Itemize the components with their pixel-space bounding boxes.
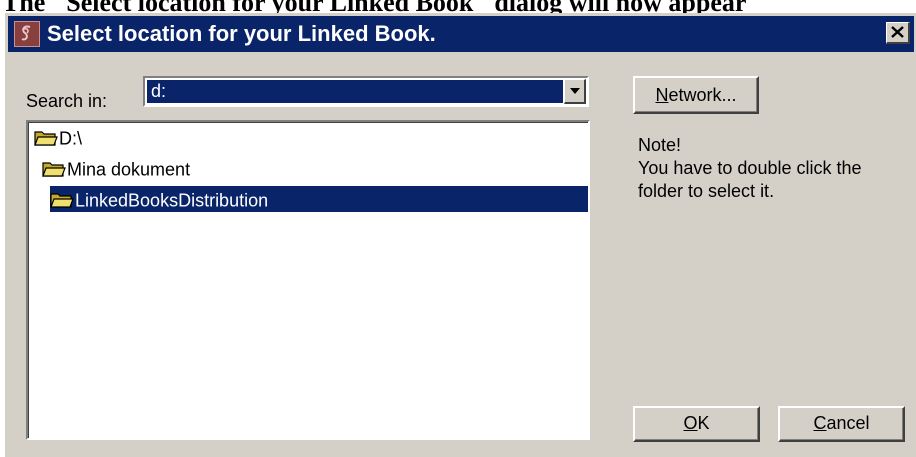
tree-item-drive-d[interactable]: D:\ <box>34 124 82 150</box>
search-in-dropdown[interactable]: d: <box>143 76 589 107</box>
dropdown-button[interactable] <box>564 79 586 104</box>
tree-item-label: LinkedBooksDistribution <box>75 190 269 211</box>
close-icon <box>891 26 904 38</box>
open-folder-icon <box>34 129 58 147</box>
chevron-down-icon <box>570 88 580 94</box>
tree-item-mina-dokument[interactable]: Mina dokument <box>42 155 190 181</box>
folder-tree[interactable]: D:\ Mina dokument LinkedBooksDistributio… <box>26 120 590 440</box>
tree-item-label: D:\ <box>59 128 83 149</box>
network-button-mnemonic: N <box>655 85 669 105</box>
note-line-2: folder to select it. <box>638 181 775 201</box>
title-bar[interactable]: Select location for your Linked Book. <box>8 16 914 52</box>
ok-button-mnemonic: O <box>683 413 698 433</box>
tree-item-label: Mina dokument <box>67 159 191 180</box>
app-logo-icon <box>14 21 40 47</box>
note-text: Note! You have to double click the folde… <box>638 134 916 203</box>
open-folder-icon <box>42 160 66 178</box>
dialog-title: Select location for your Linked Book. <box>47 21 436 46</box>
network-button-label: etwork... <box>668 85 737 105</box>
select-location-dialog: Select location for your Linked Book. Se… <box>5 13 916 457</box>
network-button[interactable]: Network... <box>633 76 759 114</box>
note-title: Note! <box>638 135 682 155</box>
cancel-button-mnemonic: C <box>813 413 827 433</box>
close-button[interactable] <box>886 22 910 44</box>
search-in-value: d: <box>147 80 563 103</box>
open-folder-icon <box>50 191 74 209</box>
search-in-label: Search in: <box>26 91 108 111</box>
cancel-button[interactable]: Cancel <box>778 406 905 442</box>
cancel-button-label: ancel <box>826 413 870 433</box>
ok-button-label: K <box>697 413 710 433</box>
note-line-1: You have to double click the <box>638 158 862 178</box>
tree-item-linkedbooksdistribution[interactable]: LinkedBooksDistribution <box>50 186 588 212</box>
ok-button[interactable]: OK <box>633 406 760 442</box>
